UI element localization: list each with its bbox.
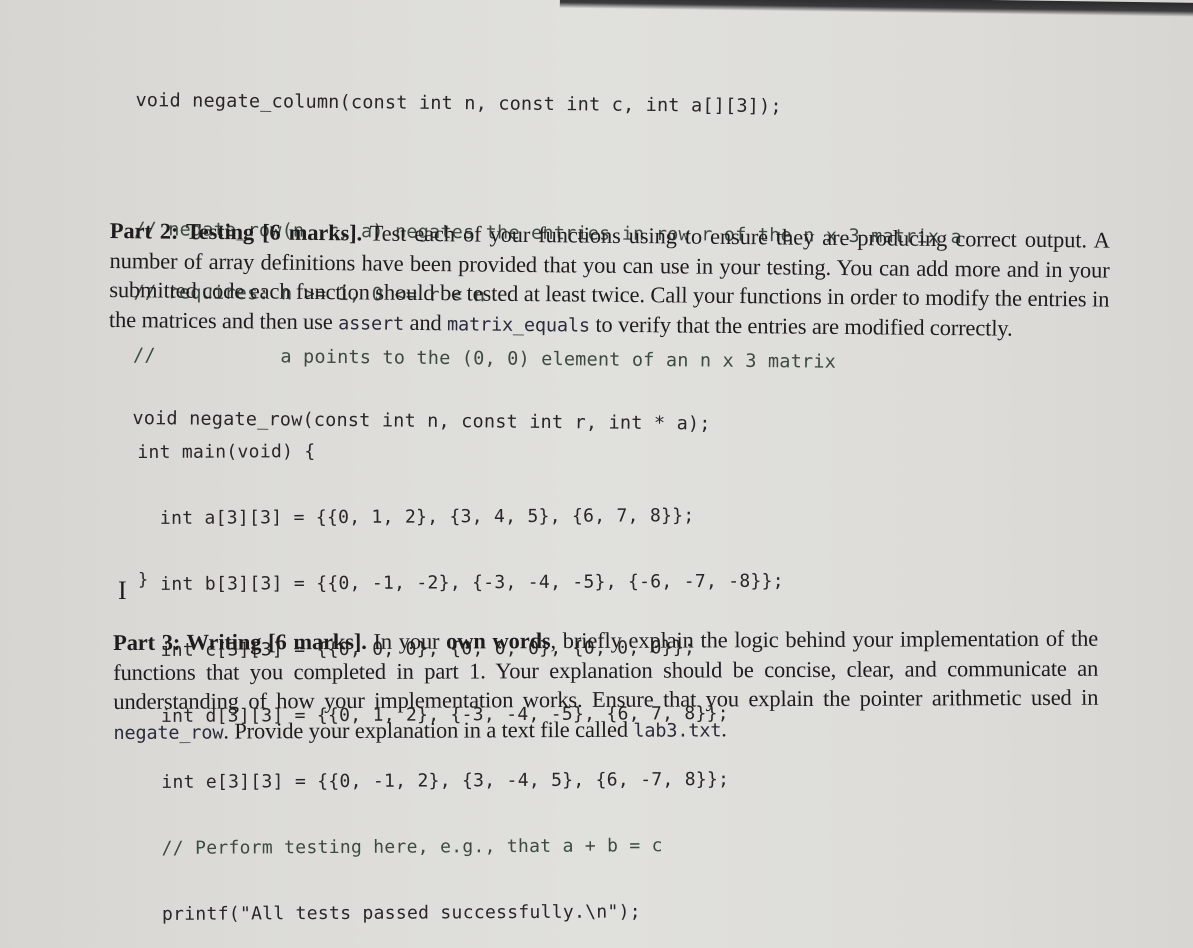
part3-heading: Part 3: Writing [6 marks]. [113, 628, 367, 655]
part3-emphasis-own-words: own words [446, 628, 551, 654]
text-cursor-icon: I [118, 576, 127, 605]
matrix-equals-code: matrix_equals [446, 313, 591, 337]
code-comment-pointer-note: // a points to the (0, 0) element of an … [132, 344, 837, 373]
code-line-array-b: int b[3][3] = {{0, -1, -2}, {-3, -4, -5}… [137, 570, 784, 595]
part2-paragraph: Part 2: Testing [6 marks]. Test each of … [109, 216, 1110, 346]
part2-text-2: to verify that the entries are modified … [589, 311, 1013, 341]
monitor-bezel [559, 0, 1193, 18]
lab3-filename-code: lab3.txt [633, 719, 722, 742]
part2-text-and: and [403, 309, 448, 335]
code-line-array-a: int a[3][3] = {{0, 1, 2}, {3, 4, 5}, {6,… [137, 505, 695, 529]
code-line-printf: printf("All tests passed successfully.\n… [139, 901, 641, 925]
negate-row-code: negate_row [113, 722, 224, 744]
part3-text-3: . Provide your explanation in a text fil… [223, 716, 634, 744]
part2-heading: Part 2: Testing [6 marks]. [109, 217, 363, 246]
code-closing-brace: } [138, 570, 149, 590]
part3-text-1: In your [366, 628, 447, 654]
part3-text-4: . [721, 715, 727, 741]
code-comment-perform-testing: // Perform testing here, e.g., that a + … [139, 835, 663, 859]
assert-code: assert [338, 312, 405, 335]
code-line-main-signature: int main(void) { [137, 441, 316, 463]
code-line-array-e: int e[3][3] = {{0, -1, 2}, {3, -4, 5}, {… [138, 768, 730, 793]
part3-paragraph: Part 3: Writing [6 marks]. In your own w… [113, 624, 1099, 748]
code-line-negate-column-decl: void negate_column(const int n, const in… [135, 89, 782, 118]
